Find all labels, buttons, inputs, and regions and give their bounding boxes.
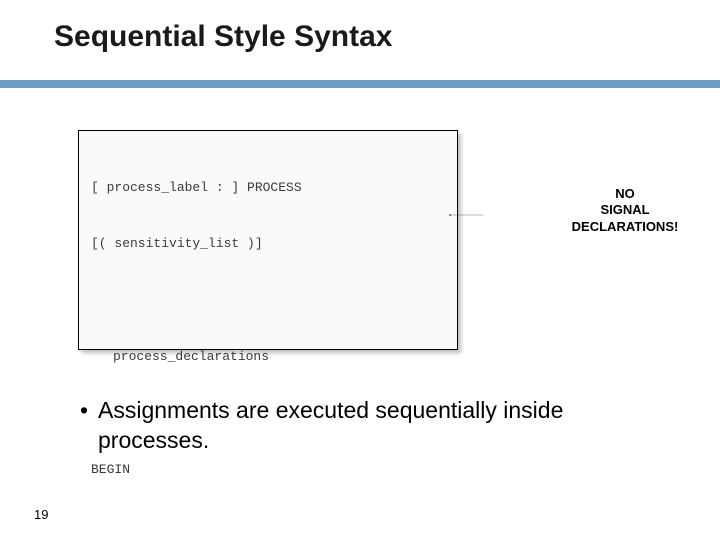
page-title: Sequential Style Syntax (54, 20, 392, 54)
annotation-callout: NO SIGNAL DECLARATIONS! (555, 186, 695, 235)
annotation-line-3: DECLARATIONS! (555, 219, 695, 235)
code-line-blank-c (91, 518, 445, 537)
annotation-line-2: SIGNAL (555, 202, 695, 218)
code-line-blank-a (91, 292, 445, 311)
code-line-4: BEGIN (91, 461, 445, 480)
code-line-2: [( sensitivity_list )] (91, 235, 445, 254)
syntax-code-box: [ process_label : ] PROCESS [( sensitivi… (78, 130, 458, 350)
code-line-3: process_declarations (91, 348, 445, 367)
slide: Sequential Style Syntax [ process_label … (0, 0, 720, 540)
list-item: • Assignments are executed sequentially … (70, 396, 650, 456)
accent-divider (0, 80, 720, 88)
code-line-1: [ process_label : ] PROCESS (91, 179, 445, 198)
page-number: 19 (34, 507, 48, 522)
bullet-text: Assignments are executed sequentially in… (98, 396, 650, 456)
annotation-line-1: NO (555, 186, 695, 202)
bullet-marker: • (70, 396, 98, 426)
content-area: • Assignments are executed sequentially … (70, 396, 650, 464)
